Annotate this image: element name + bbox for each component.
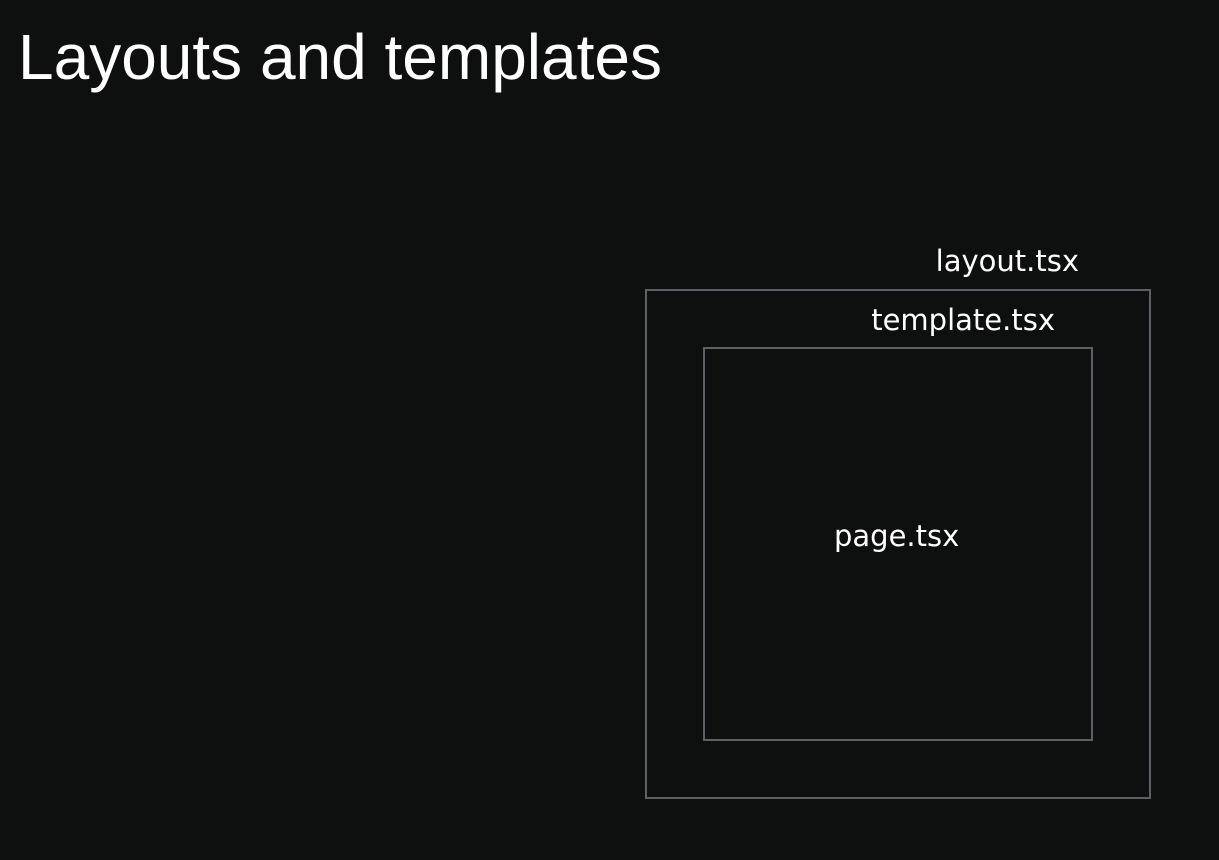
template-label: template.tsx — [871, 303, 1055, 337]
layout-label: layout.tsx — [935, 244, 1079, 278]
slide: Layouts and templates layout.tsx templat… — [0, 0, 1219, 860]
slide-title: Layouts and templates — [18, 21, 662, 93]
page-label: page.tsx — [834, 519, 960, 553]
